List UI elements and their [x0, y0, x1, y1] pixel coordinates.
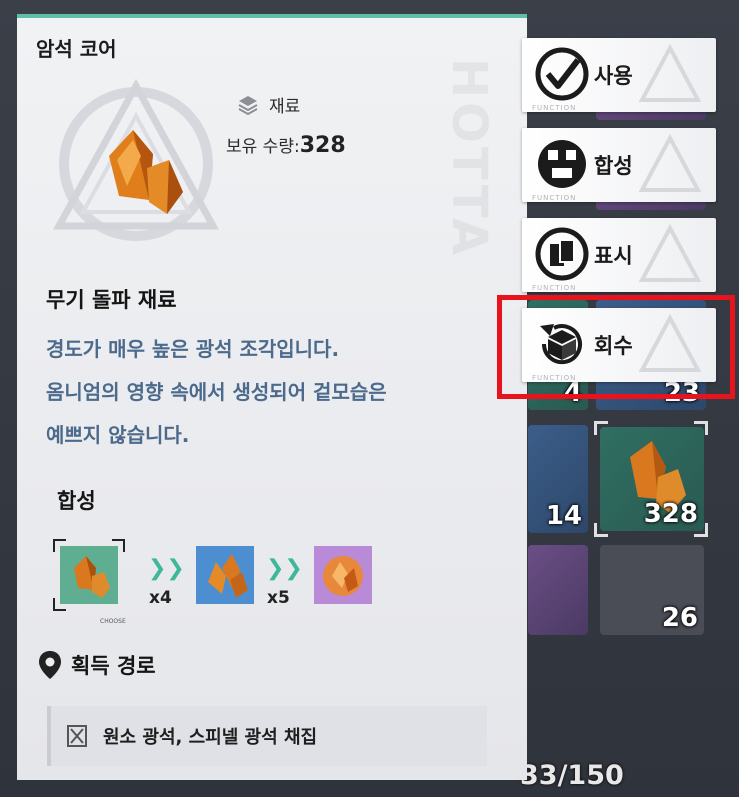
slot-quantity: 328: [643, 499, 698, 529]
owned-quantity: 보유 수량:328: [226, 132, 346, 158]
route-item[interactable]: 원소 광석, 스피넬 광석 채집: [47, 706, 487, 766]
use-button-label: 사용: [594, 64, 633, 88]
check-icon: [535, 47, 589, 101]
triangle-watermark-icon: [638, 134, 702, 192]
display-icon: [535, 227, 589, 281]
synthesis-icon: [538, 140, 586, 188]
synthesis-item-blue[interactable]: [196, 546, 254, 604]
function-caption: FUNCTION: [532, 104, 577, 112]
item-emblem: [41, 76, 231, 246]
item-title: 암석 코어: [36, 37, 117, 61]
description-line: 옴니엄의 영향 속에서 생성되어 겉모습은: [46, 380, 387, 404]
panel-watermark: HOTTA: [441, 58, 497, 259]
owned-value: 328: [299, 133, 346, 158]
route-item-label: 원소 광석, 스피넬 광석 채집: [103, 727, 318, 748]
layers-icon: [238, 95, 258, 115]
choose-label: CHOOSE: [100, 618, 126, 625]
acquisition-route-header: 획득 경로: [37, 650, 156, 680]
slot-quantity: 14: [545, 501, 582, 531]
description-line: 예쁘지 않습니다.: [46, 423, 190, 447]
location-pin-icon: [39, 651, 61, 679]
triangle-watermark-icon: [638, 224, 702, 282]
triangle-watermark-icon: [638, 44, 702, 102]
rock-core-icon: [109, 130, 183, 214]
selection-corner: [594, 523, 608, 537]
synthesis-item-green[interactable]: [60, 546, 118, 604]
function-caption: FUNCTION: [532, 284, 577, 292]
synthesis-button[interactable]: 합성 FUNCTION: [522, 128, 716, 202]
inventory-slot[interactable]: 26: [600, 545, 704, 635]
inventory-slot[interactable]: [528, 545, 588, 635]
selection-corner: [694, 523, 708, 537]
selection-corner: [694, 421, 708, 435]
inventory-slot[interactable]: 14: [528, 425, 588, 533]
item-detail-panel: HOTTA 암석 코어 재료 보유 수량:328 무기 돌파 재료 경도가 매우…: [17, 14, 527, 780]
chevron-right-icon: ❯❯: [266, 556, 303, 581]
item-type-label: 재료: [269, 97, 301, 117]
inventory-slot-selected[interactable]: 328: [600, 427, 704, 531]
selection-corner: [594, 421, 608, 435]
owned-label: 보유 수량:: [226, 137, 300, 157]
chevron-right-icon: ❯❯: [148, 556, 185, 581]
inventory-capacity: 33/150: [520, 760, 624, 791]
slot-quantity: 26: [661, 603, 698, 633]
function-caption: FUNCTION: [532, 194, 577, 202]
display-button[interactable]: 표시 FUNCTION: [522, 218, 716, 292]
mining-icon: [67, 725, 87, 747]
synthesis-multiplier: x5: [267, 588, 290, 608]
synthesis-multiplier: x4: [149, 588, 172, 608]
route-title: 획득 경로: [71, 654, 156, 678]
item-description: 경도가 매우 높은 광석 조각입니다. 옴니엄의 영향 속에서 생성되어 겉모습…: [46, 328, 506, 457]
description-line: 경도가 매우 높은 광석 조각입니다.: [46, 337, 340, 361]
rock-geode-icon: [323, 556, 363, 596]
synthesis-title: 합성: [57, 489, 96, 513]
synthesis-item-purple[interactable]: [314, 546, 372, 604]
item-subtitle: 무기 돌파 재료: [46, 288, 177, 312]
synthesis-button-label: 합성: [594, 154, 633, 178]
use-button[interactable]: 사용 FUNCTION: [522, 38, 716, 112]
display-button-label: 표시: [594, 244, 633, 268]
rock-cluster-icon: [208, 554, 248, 598]
rock-core-icon: [74, 556, 110, 598]
item-type: 재료: [237, 92, 300, 117]
synthesis-chain: CHOOSE ❯❯ x4 ❯❯ x5: [52, 538, 382, 628]
recycle-highlight-box: [497, 295, 735, 399]
